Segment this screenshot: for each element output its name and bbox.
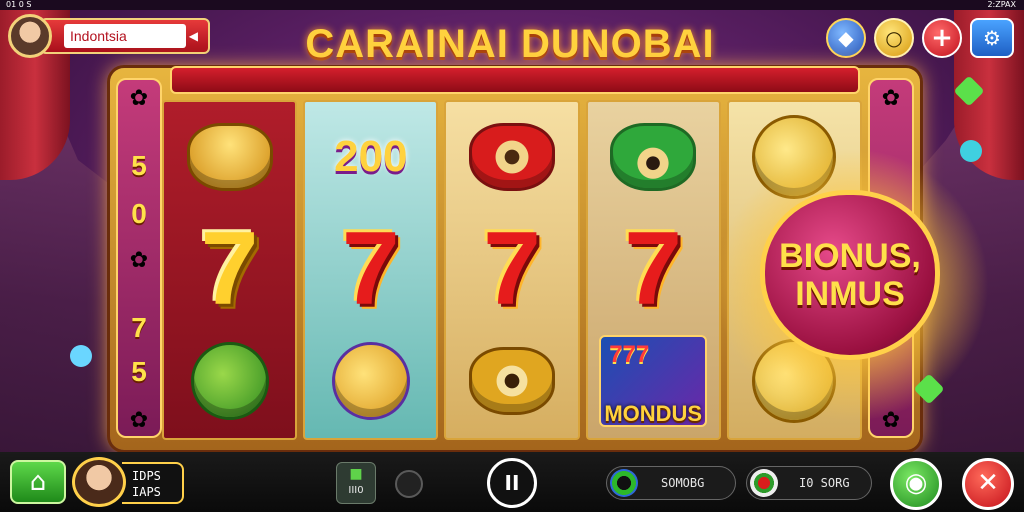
reel-2: 200 7 xyxy=(303,100,439,440)
status-bar: 01 0 S 2:ZPAX xyxy=(0,0,1024,10)
bell-symbol xyxy=(331,342,410,420)
flower-icon: ✿ xyxy=(129,248,149,273)
game-title: CARAINAI DUNOBAI xyxy=(305,22,715,66)
side-number: 5 xyxy=(131,356,147,387)
side-column-left: ✿ 5 0 ✿ 7 5 ✿ xyxy=(116,78,162,438)
region-selector[interactable]: Indontsia ◀ xyxy=(40,18,210,54)
value-200-symbol: 200 xyxy=(334,132,408,181)
eye-symbol xyxy=(610,123,697,191)
option-button[interactable] xyxy=(395,470,423,498)
reel-1: 7 xyxy=(162,100,298,440)
berry-icon xyxy=(750,469,778,497)
player-avatar[interactable] xyxy=(72,457,126,507)
seven-symbol: 7 xyxy=(624,211,683,327)
flower-icon: ✿ xyxy=(129,408,149,433)
bowl-symbol xyxy=(186,123,273,191)
bonus-line-2: INMUS xyxy=(795,275,905,313)
bonus-line-1: BIONUS, xyxy=(779,237,921,275)
bonus-badge[interactable]: BIONUS, INMUS xyxy=(760,190,940,360)
side-number: 0 xyxy=(131,198,147,229)
small-menu-button[interactable]: ■ III0 xyxy=(336,462,376,504)
player-stat-2: IAPS xyxy=(132,485,161,499)
seven-symbol: 7 xyxy=(483,211,541,327)
side-number: 7 xyxy=(131,312,147,343)
dropdown-arrow-icon: ◀ xyxy=(188,29,198,43)
machine-top-banner xyxy=(170,66,860,94)
seven-symbol: 7 xyxy=(341,211,400,327)
reel-4: 7 777 MONDUS xyxy=(585,100,721,440)
small-button-label: III0 xyxy=(348,485,364,496)
flower-icon: ✿ xyxy=(881,86,901,111)
close-icon[interactable]: ✕ xyxy=(962,458,1014,510)
eye-symbol xyxy=(469,123,555,191)
side-number: 5 xyxy=(131,150,147,181)
home-icon[interactable]: ⌂ xyxy=(10,460,66,504)
horn-symbol xyxy=(190,342,269,420)
player-stats: IDPS IAPS xyxy=(122,462,184,504)
mondus-777-label: 777 xyxy=(609,341,650,368)
pill-2-label: I0 SORG xyxy=(799,476,850,490)
eye-symbol xyxy=(469,347,555,415)
pill-1-label: SOMOBG xyxy=(661,476,705,490)
mondus-symbol: 777 MONDUS xyxy=(599,335,708,427)
reel-3: 7 xyxy=(444,100,580,440)
ring-icon xyxy=(610,469,638,497)
pill-button-2[interactable]: I0 SORG xyxy=(746,466,872,500)
pill-button-1[interactable]: SOMOBG xyxy=(606,466,736,500)
seven-symbol: 7 xyxy=(200,211,259,327)
player-stat-1: IDPS xyxy=(132,469,161,483)
mondus-label: MONDUS xyxy=(604,401,703,426)
profile-avatar[interactable] xyxy=(8,14,52,58)
settings-icon[interactable]: ⚙ xyxy=(970,18,1014,58)
status-left: 01 0 S xyxy=(6,0,32,9)
status-right: 2:ZPAX xyxy=(987,0,1016,9)
menu-icon: ■ xyxy=(349,466,363,482)
gem-icon[interactable]: ◆ xyxy=(826,18,866,58)
coin-icon[interactable]: ○ xyxy=(874,18,914,58)
flower-icon: ✿ xyxy=(129,86,149,111)
pause-button[interactable]: II xyxy=(487,458,537,508)
bottom-bar: ⌂ IDPS IAPS ■ III0 II SOMOBG I0 SORG ◉ ✕ xyxy=(0,452,1024,512)
plus-icon[interactable]: + xyxy=(922,18,962,58)
gamepad-icon[interactable]: ◉ xyxy=(890,458,942,510)
region-label: Indontsia xyxy=(64,24,186,48)
top-icon-bar: ◆ ○ + ⚙ xyxy=(826,18,1014,62)
